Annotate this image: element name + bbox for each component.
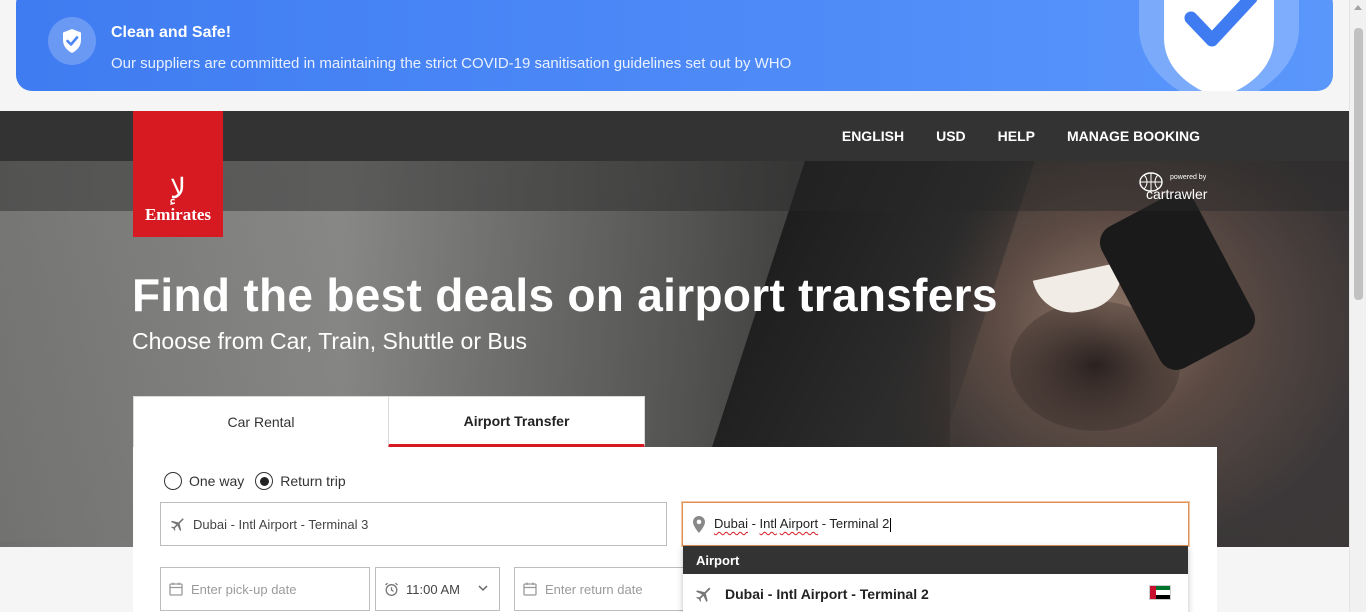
suggestion-group-header: Airport bbox=[683, 546, 1188, 574]
shield-check-illustration-icon bbox=[1139, 0, 1299, 91]
suggestion-item[interactable]: Dubai - Intl Airport - Terminal 2 bbox=[683, 574, 1188, 612]
text-cursor bbox=[890, 517, 892, 532]
nav-links: ENGLISH USD HELP MANAGE BOOKING bbox=[842, 111, 1200, 161]
calendar-icon bbox=[515, 582, 545, 596]
nav-language[interactable]: ENGLISH bbox=[842, 128, 904, 144]
covid-banner: Clean and Safe! Our suppliers are commit… bbox=[16, 0, 1333, 91]
pickup-location-input[interactable]: Dubai - Intl Airport - Terminal 3 bbox=[160, 502, 667, 546]
page: Clean and Safe! Our suppliers are commit… bbox=[0, 0, 1366, 612]
one-way-label[interactable]: One way bbox=[189, 473, 244, 489]
pickup-time-select[interactable]: 11:00 AM bbox=[375, 567, 500, 611]
dropoff-location-input[interactable]: Dubai - Intl Airport - Terminal 2 bbox=[682, 502, 1189, 546]
location-pin-icon bbox=[684, 515, 714, 533]
dropoff-location-value: Dubai - Intl Airport - Terminal 2 bbox=[714, 516, 892, 532]
alarm-clock-icon bbox=[376, 582, 406, 597]
pickup-location-value: Dubai - Intl Airport - Terminal 3 bbox=[193, 516, 369, 532]
nav-manage-booking[interactable]: MANAGE BOOKING bbox=[1067, 128, 1200, 144]
suggestion-label: Dubai - Intl Airport - Terminal 2 bbox=[725, 586, 929, 602]
scroll-up-arrow-icon[interactable] bbox=[1354, 5, 1362, 10]
location-suggestions-dropdown: Airport Dubai - Intl Airport - Terminal … bbox=[683, 546, 1188, 612]
shield-icon bbox=[48, 17, 96, 65]
airplane-icon bbox=[695, 585, 725, 603]
pickup-date-input[interactable]: Enter pick-up date bbox=[160, 567, 370, 611]
page-scrollbar[interactable] bbox=[1349, 0, 1366, 612]
banner-title: Clean and Safe! bbox=[111, 24, 232, 41]
airplane-icon bbox=[163, 516, 193, 532]
pickup-date-placeholder: Enter pick-up date bbox=[191, 581, 297, 597]
chevron-down-icon bbox=[478, 585, 488, 592]
logo-text: Emirates bbox=[144, 205, 212, 224]
emirates-calligraphy-icon: ﻹ bbox=[170, 172, 186, 205]
tab-airport-transfer[interactable]: Airport Transfer bbox=[388, 396, 645, 448]
hero-subheadline: Choose from Car, Train, Shuttle or Bus bbox=[132, 328, 528, 354]
partner-name: cartrawler bbox=[1146, 186, 1208, 202]
nav-currency[interactable]: USD bbox=[936, 128, 966, 144]
scrollbar-thumb[interactable] bbox=[1354, 28, 1363, 300]
powered-by-label: powered by bbox=[1170, 174, 1207, 181]
trip-type-selector: One way Return trip bbox=[164, 472, 357, 490]
return-trip-radio[interactable] bbox=[255, 472, 274, 490]
return-date-placeholder: Enter return date bbox=[545, 581, 643, 597]
one-way-radio[interactable] bbox=[164, 472, 182, 490]
pickup-time-value: 11:00 AM bbox=[406, 581, 460, 597]
return-trip-label[interactable]: Return trip bbox=[280, 473, 345, 489]
hero-headline: Find the best deals on airport transfers bbox=[132, 269, 998, 321]
calendar-icon bbox=[161, 582, 191, 596]
powered-by-cartrawler: powered by cartrawler bbox=[1138, 171, 1218, 205]
banner-subtitle: Our suppliers are committed in maintaini… bbox=[111, 55, 792, 72]
emirates-logo[interactable]: ﻹ Emirates bbox=[133, 111, 223, 237]
tab-car-rental[interactable]: Car Rental bbox=[133, 396, 389, 448]
uae-flag-icon bbox=[1149, 585, 1171, 600]
nav-help[interactable]: HELP bbox=[998, 128, 1035, 144]
return-date-input[interactable]: Enter return date bbox=[514, 567, 694, 611]
